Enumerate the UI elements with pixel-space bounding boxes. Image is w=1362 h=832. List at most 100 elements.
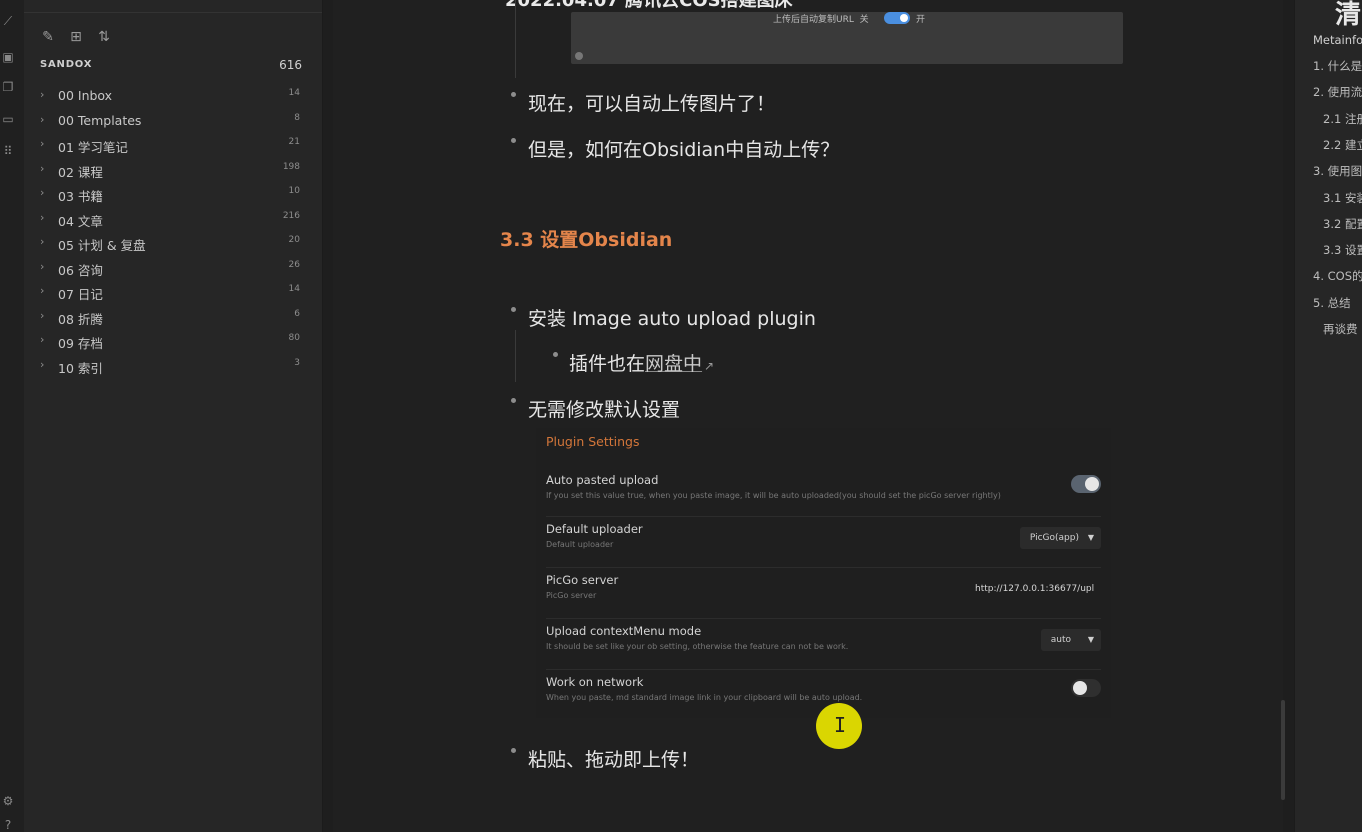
outline-item[interactable]: 5. 总结 <box>1313 295 1351 311</box>
folder-name: 02 课程 <box>58 164 103 180</box>
folder-name: 07 日记 <box>58 287 103 302</box>
chevron-right-icon: › <box>40 137 45 150</box>
outline-item[interactable]: 3.1 安装 <box>1323 190 1362 206</box>
list-item-text: 插件也在网盘中 ↗ <box>569 349 714 376</box>
folder-name: 00 Templates <box>58 112 142 128</box>
text-cursor-icon: I <box>834 713 847 737</box>
chevron-right-icon: › <box>40 357 45 371</box>
folder-count: 3 <box>294 357 300 368</box>
folder-item[interactable]: › 00 Templates 8 <box>40 111 300 133</box>
outline-item[interactable]: 1. 什么是图床 <box>1313 58 1362 74</box>
vault-name: SANDOX <box>40 59 93 70</box>
setting-default-uploader: Default uploader Default uploader PicGo(… <box>546 516 1101 567</box>
chevron-right-icon: › <box>40 161 45 175</box>
folder-count: 8 <box>294 112 300 123</box>
auto-upload-toggle <box>1071 475 1101 493</box>
setting-desc: It should be set like your ob setting, o… <box>546 642 849 651</box>
plugin-settings-screenshot: Plugin Settings Auto pasted upload If yo… <box>536 428 1111 718</box>
outline-item[interactable]: 再谈费 <box>1323 321 1358 337</box>
file-explorer: ✎ ⊞ ⇅ SANDOX 616 › 00 Inbox 14 › 00 Templates 8… <box>24 0 323 832</box>
folder-count: 216 <box>282 210 300 221</box>
folder-count: 20 <box>288 235 300 245</box>
external-link-icon: ↗ <box>704 359 715 373</box>
editor-pane: 2022.04.07 腾讯云COS搭建图床 上传后自动复制URL 关 开 现在，… <box>323 0 1293 832</box>
folder-count: 6 <box>294 308 300 319</box>
calendar-icon[interactable]: ▣ <box>1 50 15 64</box>
plugin-settings-title: Plugin Settings <box>546 434 640 449</box>
folder-name: 01 学习笔记 <box>58 140 128 155</box>
folder-item[interactable]: › 04 文章 216 <box>40 209 300 231</box>
screenshot-toggle-on-label: 开 <box>916 15 926 25</box>
chevron-down-icon: ▼ <box>1087 635 1094 644</box>
folder-item[interactable]: › 09 存档 80 <box>40 331 300 353</box>
folder-item[interactable]: › 08 折腾 6 <box>40 307 300 329</box>
copy-icon[interactable]: ❐ <box>1 80 15 94</box>
chevron-right-icon: › <box>40 284 45 297</box>
setting-context-menu-mode: Upload contextMenu mode It should be set… <box>546 618 1101 669</box>
bullet-icon <box>511 398 516 403</box>
setting-name: Upload contextMenu mode <box>546 624 702 638</box>
list-item-text: 粘贴、拖动即上传！ <box>528 749 700 771</box>
folder-item[interactable]: › 05 计划 & 复盘 20 <box>40 233 300 255</box>
settings-icon[interactable]: ⚙ <box>1 794 15 808</box>
list-item-text: 安装 Image auto upload plugin <box>528 308 816 330</box>
help-icon[interactable]: ? <box>1 818 15 832</box>
folder-count: 21 <box>288 137 300 147</box>
chevron-right-icon: › <box>40 259 45 273</box>
folder-count: 198 <box>282 161 300 172</box>
editor-scrollbar[interactable] <box>1281 700 1285 800</box>
chevron-down-icon: ▼ <box>1087 533 1094 542</box>
vault-header[interactable]: SANDOX 616 <box>40 58 302 74</box>
setting-name: PicGo server <box>546 573 619 587</box>
terminal-icon[interactable]: ▭ <box>1 112 15 126</box>
embedded-screenshot: 上传后自动复制URL 关 开 <box>571 12 1123 64</box>
folder-name: 09 存档 <box>58 336 103 351</box>
setting-auto-pasted-upload: Auto pasted upload If you set this value… <box>546 468 1101 518</box>
folder-count: 10 <box>288 186 300 196</box>
folder-name: 00 Inbox <box>58 88 113 103</box>
setting-name: Default uploader <box>546 522 643 536</box>
list-item-text: 现在，可以自动上传图片了！ <box>528 93 776 115</box>
sort-icon[interactable]: ⇅ <box>94 29 114 45</box>
setting-name: Auto pasted upload <box>546 473 659 487</box>
folder-count: 80 <box>288 333 300 343</box>
chevron-right-icon: › <box>40 210 45 224</box>
chevron-right-icon: › <box>40 235 45 248</box>
folder-item[interactable]: › 03 书籍 10 <box>40 184 300 206</box>
outline-item[interactable]: 3.2 配置 <box>1323 216 1362 232</box>
folder-name: 06 咨询 <box>58 262 103 278</box>
new-folder-icon[interactable]: ⊞ <box>66 29 86 45</box>
outline-item[interactable]: 2.2 建立 <box>1323 137 1362 153</box>
section-heading: 3.3 设置Obsidian <box>500 229 673 251</box>
folder-item[interactable]: › 07 日记 14 <box>40 282 300 304</box>
bullet-icon <box>511 138 516 143</box>
outline-item[interactable]: 3. 使用图 <box>1313 163 1362 179</box>
screenshot-label: 上传后自动复制URL 关 <box>773 15 869 25</box>
outline-panel: 清 Metainfo 1. 什么是图床 2. 使用流程 2.1 注册 2.2 建立 3.… <box>1294 0 1362 832</box>
folder-item[interactable]: › 10 索引 3 <box>40 356 300 378</box>
setting-desc: PicGo server <box>546 591 597 600</box>
folder-item[interactable]: › 00 Inbox 14 <box>40 86 300 108</box>
folder-item[interactable]: › 06 咨询 26 <box>40 258 300 280</box>
folder-item[interactable]: › 01 学习笔记 21 <box>40 135 300 157</box>
mouse-cursor-highlight: I <box>816 703 862 749</box>
outline-item[interactable]: 4. COS的 <box>1313 268 1362 284</box>
list-item-text: 但是，如何在Obsidian中自动上传？ <box>528 139 840 161</box>
apps-icon[interactable]: ⠿ <box>1 144 15 158</box>
folder-item[interactable]: › 02 课程 198 <box>40 160 300 182</box>
partial-heading: 2022.04.07 腾讯云COS搭建图床 <box>505 0 793 11</box>
chevron-right-icon: › <box>40 308 45 322</box>
setting-desc: When you paste, md standard image link i… <box>546 693 863 702</box>
outline-title[interactable]: Metainfo <box>1313 33 1362 47</box>
indent-guide <box>515 0 516 78</box>
outline-item[interactable]: 2.1 注册 <box>1323 111 1362 127</box>
bullet-icon <box>511 748 516 753</box>
outline-item[interactable]: 2. 使用流程 <box>1313 84 1362 100</box>
folder-name: 04 文章 <box>58 213 103 229</box>
netdisk-link[interactable]: 网盘中 <box>645 353 702 375</box>
vault-count: 616 <box>279 58 302 72</box>
outline-item[interactable]: 3.3 设置 <box>1323 242 1362 258</box>
screenshot-dot <box>575 52 583 60</box>
new-note-icon[interactable]: ✎ <box>38 29 58 45</box>
graph-icon[interactable]: ⟋ <box>1 14 15 28</box>
